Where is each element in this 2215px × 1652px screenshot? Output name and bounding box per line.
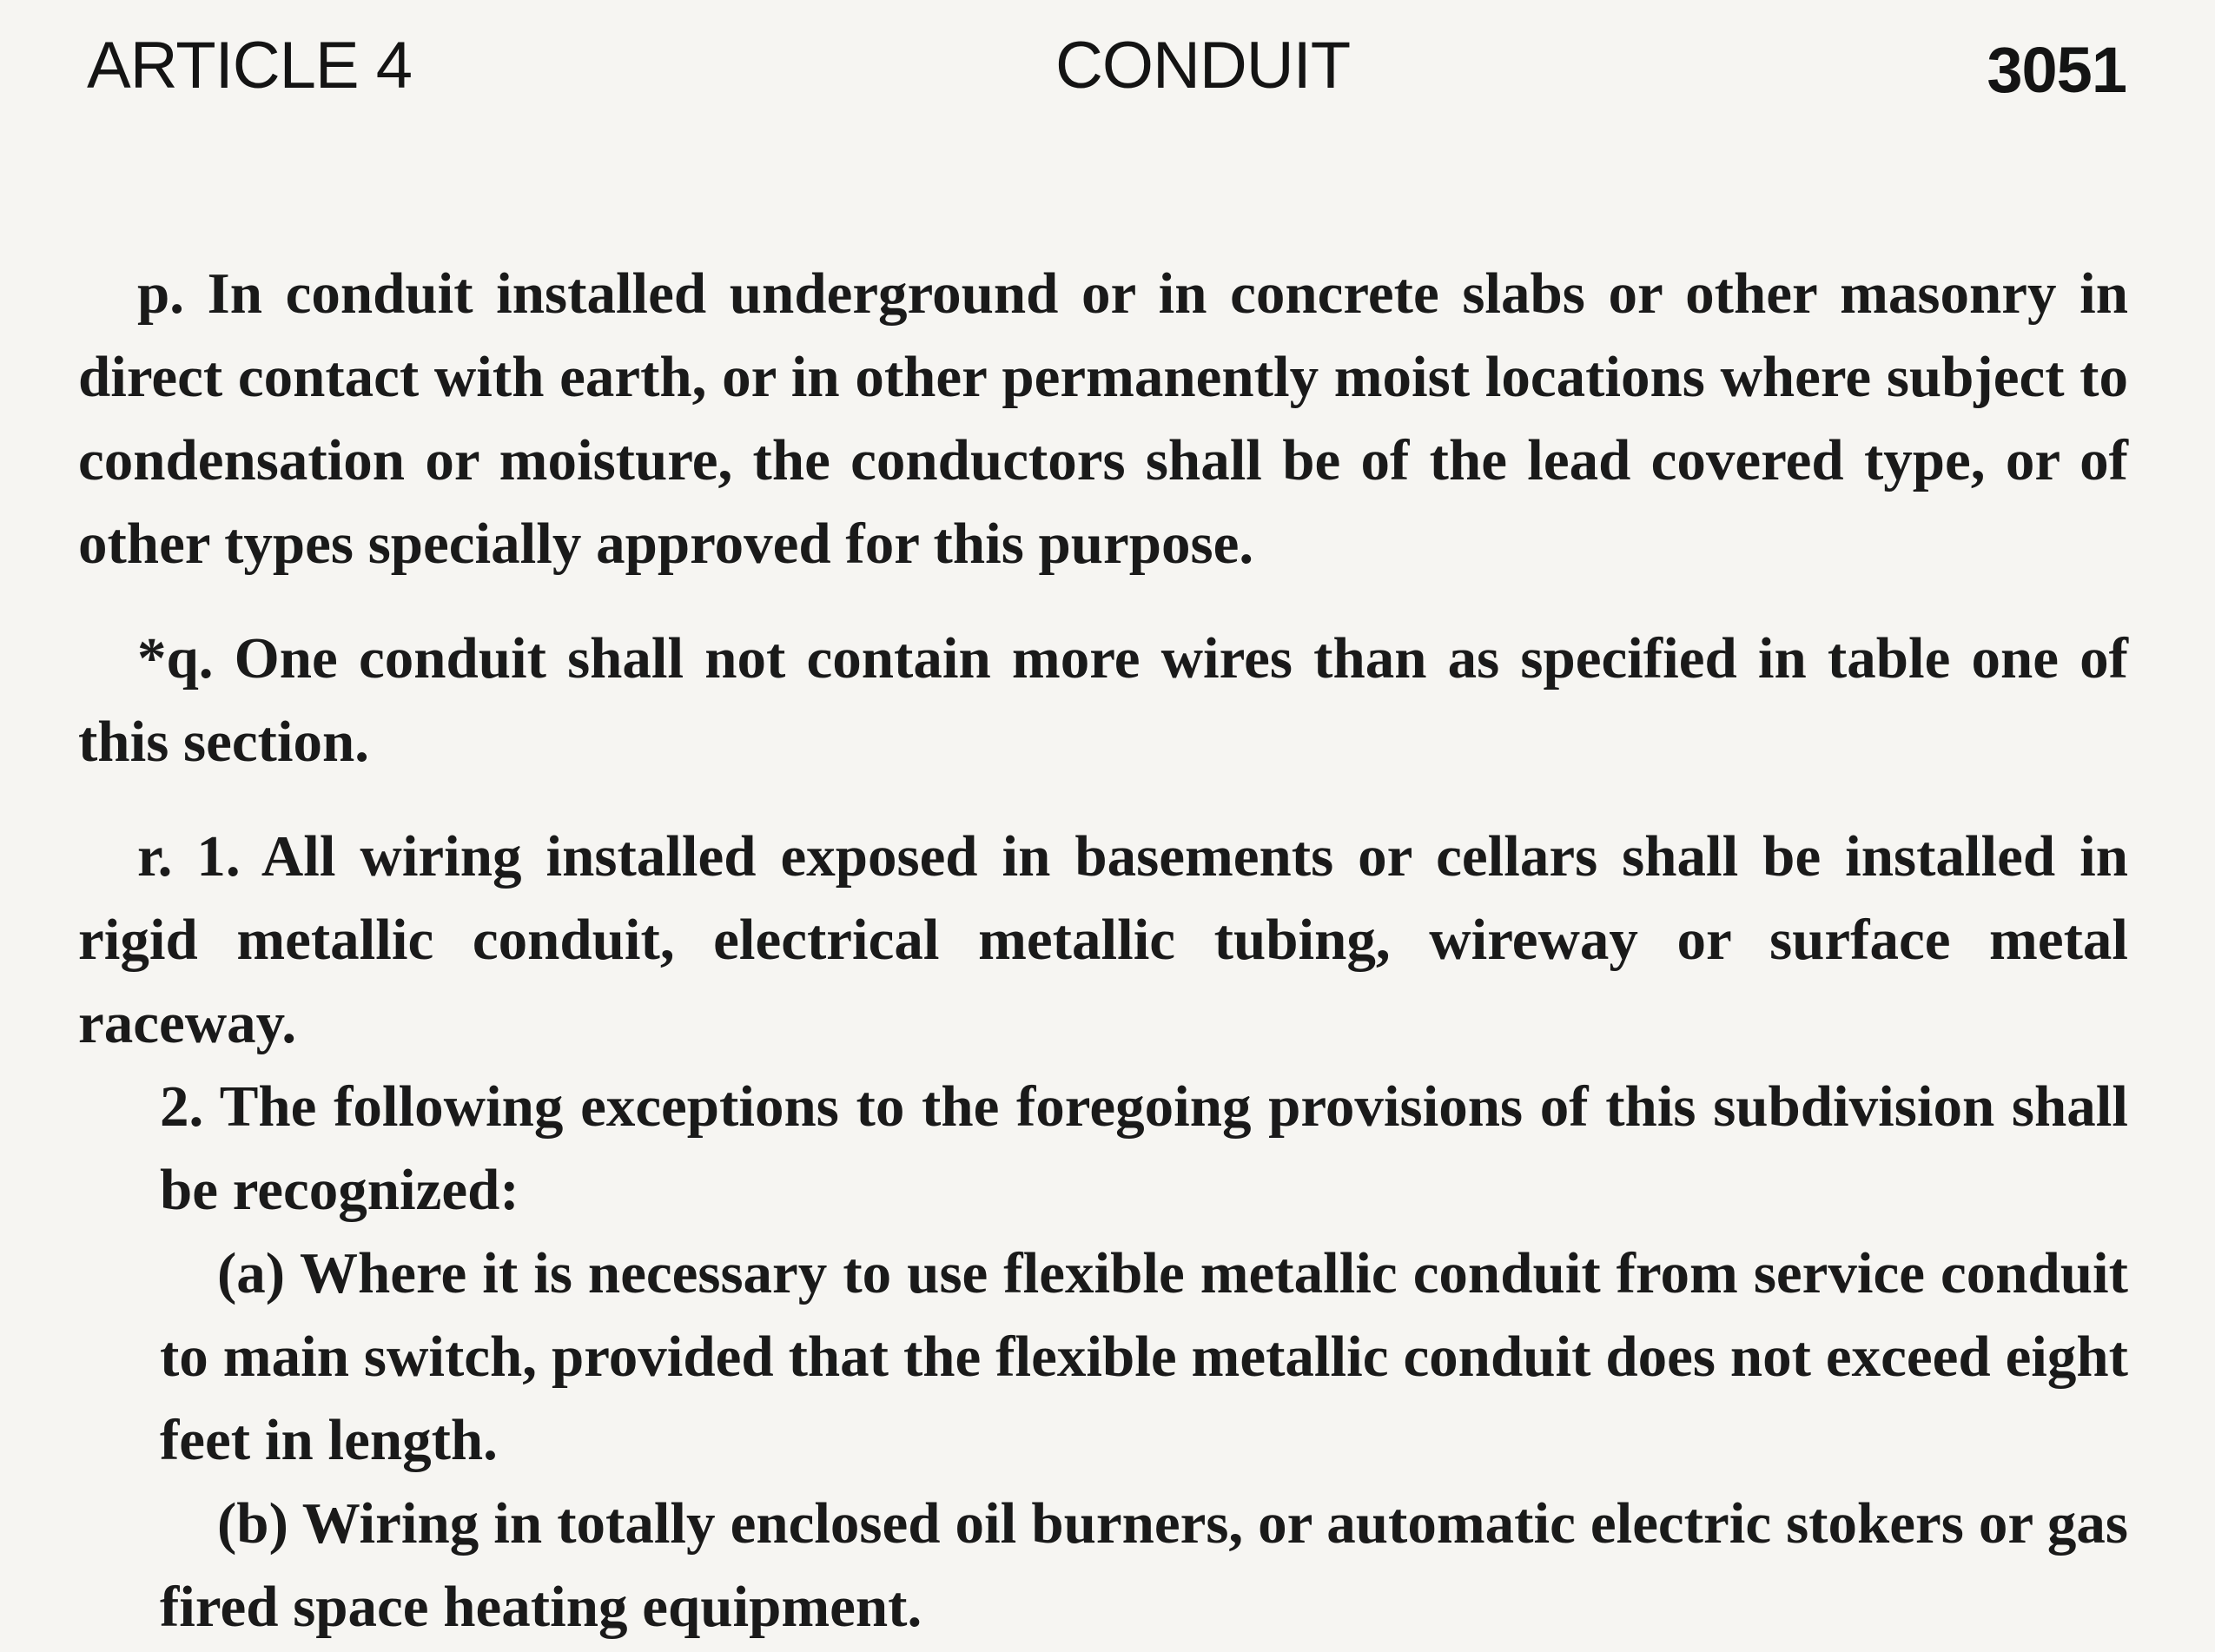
page-number: 3051 (1987, 34, 2127, 106)
paragraph-q: *q. One conduit shall not contain more w… (78, 626, 2128, 774)
document-body: p. In conduit installed underground or i… (78, 252, 2128, 1649)
article-label: ARTICLE 4 (87, 29, 413, 102)
document-page: ARTICLE 4 CONDUIT 3051 p. In conduit ins… (0, 0, 2215, 1652)
paragraph-r2a: (a) Where it is necessary to use flexibl… (160, 1241, 2128, 1472)
page-header: ARTICLE 4 CONDUIT 3051 (0, 0, 2215, 122)
paragraph-r2: 2. The following exceptions to the foreg… (160, 1074, 2128, 1222)
section-title: CONDUIT (1055, 29, 1351, 102)
paragraph-r1: r. 1. All wiring installed exposed in ba… (78, 824, 2128, 1055)
paragraph-r2b: (b) Wiring in totally enclosed oil burne… (160, 1491, 2128, 1639)
paragraph-p: p. In conduit installed underground or i… (78, 261, 2128, 576)
